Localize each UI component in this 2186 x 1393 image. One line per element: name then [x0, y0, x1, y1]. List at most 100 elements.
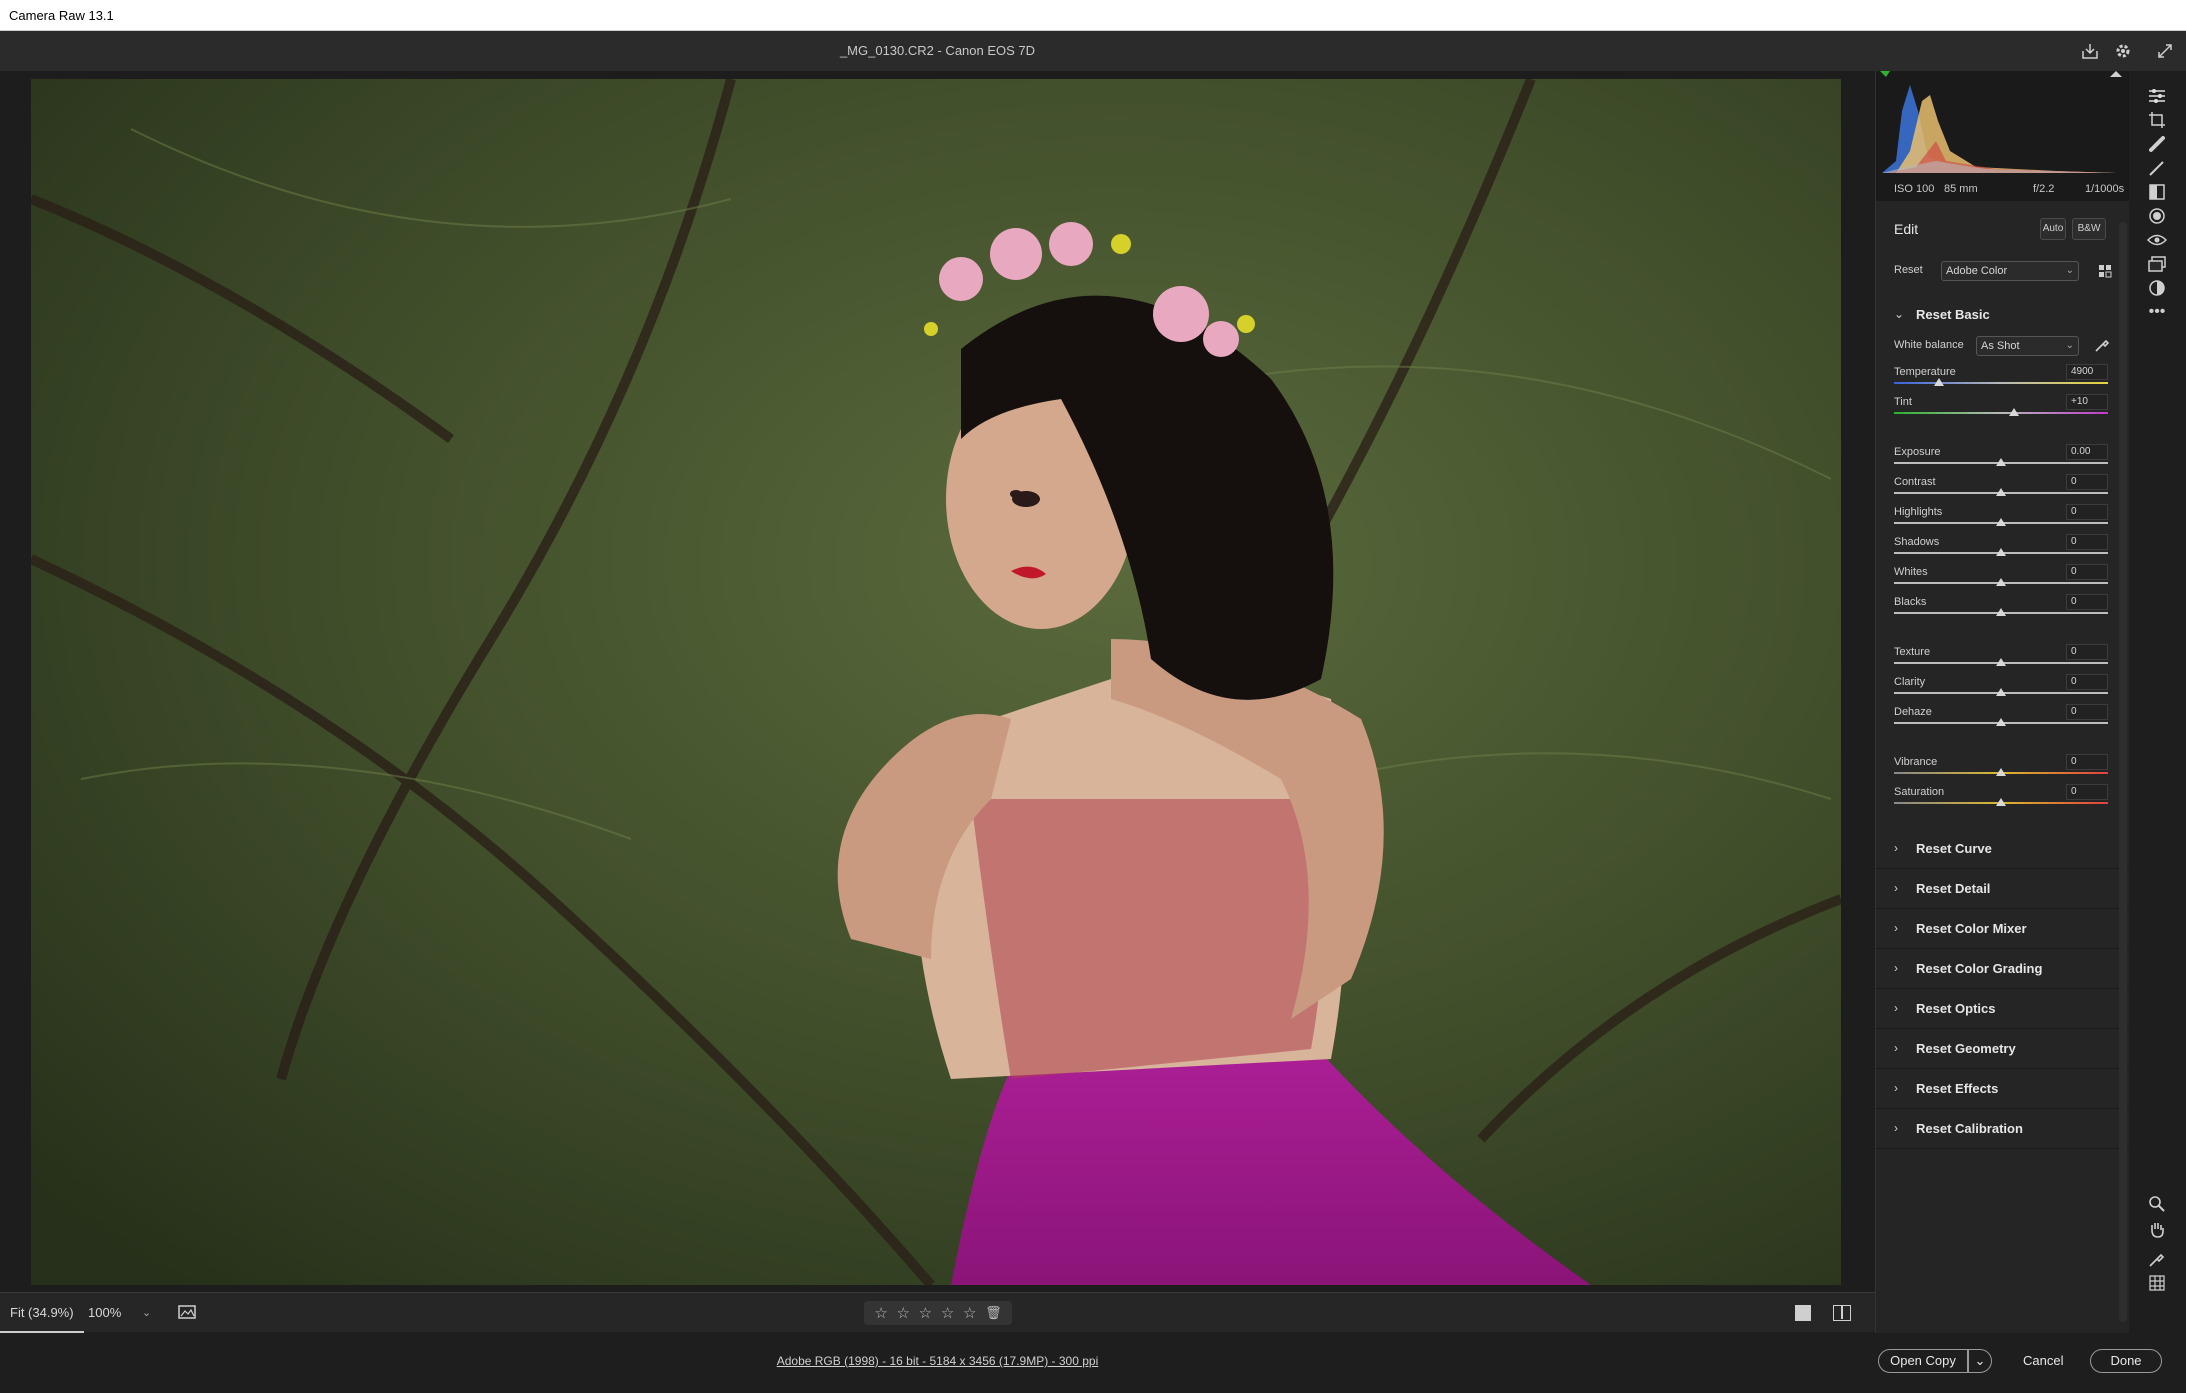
white-balance-select[interactable]: As Shot ⌄ [1976, 336, 2079, 356]
slider-temperature: Temperature 4900 [1876, 364, 2130, 396]
chevron-right-icon: › [1894, 1001, 1898, 1015]
slider-value-input[interactable]: +10 [2066, 394, 2108, 410]
zoom-dropdown-icon[interactable]: ⌄ [142, 1293, 151, 1333]
slider-value-input[interactable]: 0 [2066, 674, 2108, 690]
before-after-icon[interactable] [1833, 1305, 1851, 1321]
aperture-value: f/2.2 [2033, 183, 2055, 195]
slider-track[interactable] [1894, 382, 2108, 384]
chevron-down-icon: ⌄ [1894, 307, 1905, 321]
star-icon[interactable]: ☆ [963, 1304, 976, 1322]
slider-thumb[interactable] [1996, 718, 2006, 726]
grid-overlay-icon[interactable] [2145, 1271, 2169, 1295]
profile-select[interactable]: Adobe Color ⌄ [1941, 261, 2079, 281]
star-icon[interactable]: ☆ [874, 1304, 887, 1322]
slider-label: Contrast [1894, 476, 1936, 488]
slider-value-input[interactable]: 0 [2066, 644, 2108, 660]
zoom-fit-button[interactable]: Fit (34.9%) [0, 1293, 84, 1333]
snapshots-icon[interactable] [2145, 252, 2169, 276]
section-header-geometry[interactable]: › Reset Geometry [1876, 1029, 2130, 1069]
highlight-clipping-icon[interactable] [2110, 71, 2122, 77]
slider-thumb[interactable] [1996, 688, 2006, 696]
radial-filter-icon[interactable] [2145, 204, 2169, 228]
open-options-dropdown[interactable]: ⌄ [1968, 1349, 1992, 1373]
chevron-right-icon: › [1894, 961, 1898, 975]
bw-button[interactable]: B&W [2072, 218, 2106, 240]
star-icon[interactable]: ☆ [897, 1304, 910, 1322]
star-icon[interactable]: ☆ [919, 1304, 932, 1322]
open-copy-button[interactable]: Open Copy [1878, 1349, 1968, 1373]
section-title: Reset Color Mixer [1916, 921, 2027, 936]
slider-thumb[interactable] [1996, 488, 2006, 496]
edit-title: Edit [1894, 221, 1919, 237]
chevron-right-icon: › [1894, 1041, 1898, 1055]
slider-value-input[interactable]: 0.00 [2066, 444, 2108, 460]
slider-thumb[interactable] [2008, 408, 2019, 416]
section-header-calibration[interactable]: › Reset Calibration [1876, 1109, 2130, 1149]
panel-scrollbar[interactable] [2119, 222, 2127, 1322]
section-header-color-mixer[interactable]: › Reset Color Mixer [1876, 909, 2130, 949]
done-button[interactable]: Done [2090, 1349, 2162, 1373]
crop-icon[interactable] [2145, 108, 2169, 132]
slider-value-input[interactable]: 0 [2066, 754, 2108, 770]
slider-value-input[interactable]: 0 [2066, 564, 2108, 580]
compare-icon[interactable] [178, 1304, 198, 1322]
hand-tool-icon[interactable] [2145, 1217, 2169, 1241]
section-title: Reset Detail [1916, 881, 1991, 896]
header-bar: _MG_0130.CR2 - Canon EOS 7D [0, 31, 2186, 71]
fullscreen-icon[interactable] [2153, 39, 2177, 63]
slider-thumb[interactable] [1996, 658, 2006, 666]
color-sampler-icon[interactable] [2145, 1247, 2169, 1271]
slider-thumb[interactable] [1996, 518, 2006, 526]
single-view-icon[interactable] [1795, 1305, 1811, 1321]
slider-value-input[interactable]: 0 [2066, 784, 2108, 800]
graduated-filter-icon[interactable] [2145, 180, 2169, 204]
slider-thumb[interactable] [1996, 548, 2006, 556]
slider-dehaze: Dehaze 0 [1876, 704, 2130, 736]
eyedropper-icon[interactable] [2094, 335, 2110, 353]
trash-icon[interactable]: 🗑 [985, 1305, 1002, 1321]
zoom-level[interactable]: 100% [88, 1293, 121, 1333]
section-header-color-grading[interactable]: › Reset Color Grading [1876, 949, 2130, 989]
edit-sliders-icon[interactable] [2145, 84, 2169, 108]
slider-label: Highlights [1894, 506, 1943, 518]
slider-clarity: Clarity 0 [1876, 674, 2130, 706]
brush-icon[interactable] [2145, 156, 2169, 180]
slider-value-input[interactable]: 0 [2066, 474, 2108, 490]
slider-value-input[interactable]: 0 [2066, 704, 2108, 720]
section-header-effects[interactable]: › Reset Effects [1876, 1069, 2130, 1109]
section-header-detail[interactable]: › Reset Detail [1876, 869, 2130, 909]
star-icon[interactable]: ☆ [941, 1304, 954, 1322]
red-eye-icon[interactable] [2145, 228, 2169, 252]
slider-thumb[interactable] [1996, 458, 2006, 466]
save-image-icon[interactable] [2078, 39, 2102, 63]
slider-value-input[interactable]: 0 [2066, 594, 2108, 610]
presets-icon[interactable] [2145, 276, 2169, 300]
slider-thumb[interactable] [1996, 608, 2006, 616]
slider-thumb[interactable] [1996, 578, 2006, 586]
slider-thumb[interactable] [1996, 798, 2006, 806]
basic-section-header[interactable]: ⌄ Reset Basic [1876, 295, 2130, 335]
slider-vibrance: Vibrance 0 [1876, 754, 2130, 786]
profile-browser-icon[interactable] [2098, 264, 2112, 278]
slider-thumb[interactable] [1996, 768, 2006, 776]
zoom-tool-icon[interactable] [2145, 1192, 2169, 1216]
slider-thumb[interactable] [1933, 378, 1944, 386]
section-title: Reset Optics [1916, 1001, 1996, 1016]
more-options-icon[interactable]: ••• [2145, 300, 2169, 324]
healing-icon[interactable] [2145, 132, 2169, 156]
slider-label: Tint [1894, 396, 1912, 408]
slider-value-input[interactable]: 0 [2066, 534, 2108, 550]
section-title: Reset Color Grading [1916, 961, 2043, 976]
gear-icon[interactable] [2111, 39, 2135, 63]
slider-value-input[interactable]: 4900 [2066, 364, 2108, 380]
slider-value-input[interactable]: 0 [2066, 504, 2108, 520]
photo-preview[interactable] [31, 79, 1841, 1285]
slider-track[interactable] [1894, 412, 2108, 414]
workflow-options-link[interactable]: Adobe RGB (1998) - 16 bit - 5184 x 3456 … [0, 1333, 1875, 1389]
slider-exposure: Exposure 0.00 [1876, 444, 2130, 476]
auto-button[interactable]: Auto [2040, 218, 2066, 240]
shadow-clipping-icon[interactable] [1880, 71, 1890, 77]
section-header-curve[interactable]: › Reset Curve [1876, 829, 2130, 869]
section-header-optics[interactable]: › Reset Optics [1876, 989, 2130, 1029]
cancel-button[interactable]: Cancel [2023, 1353, 2063, 1368]
